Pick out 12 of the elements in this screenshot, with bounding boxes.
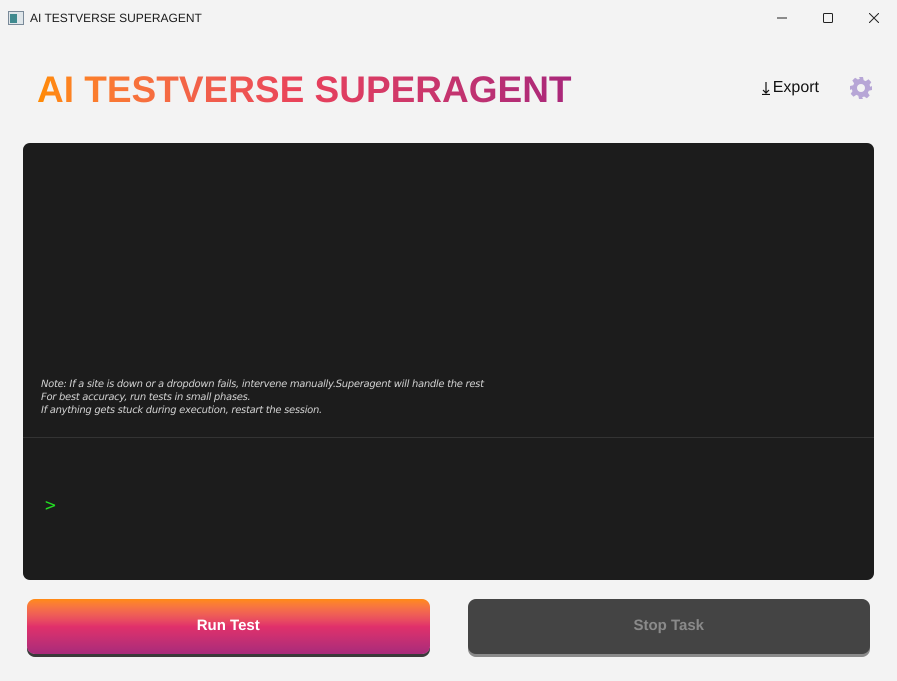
run-test-button[interactable]: Run Test xyxy=(27,599,430,654)
console-note: Note: If a site is down or a dropdown fails, intervene manually.Superagent will handle the rest xyxy=(41,378,486,391)
command-prompt[interactable]: > xyxy=(45,492,56,518)
close-icon xyxy=(869,13,879,23)
console-note: If anything gets stuck during execution, restart the session. xyxy=(41,404,323,417)
export-button[interactable]: Export xyxy=(762,76,819,100)
settings-icon[interactable] xyxy=(849,76,873,100)
console-note: For best accuracy, run tests in small phases. xyxy=(41,391,252,404)
download-icon xyxy=(762,80,770,94)
maximize-icon xyxy=(823,13,833,23)
window-title: AI TESTVERSE SUPERAGENT xyxy=(30,10,202,27)
app-icon xyxy=(8,11,24,25)
